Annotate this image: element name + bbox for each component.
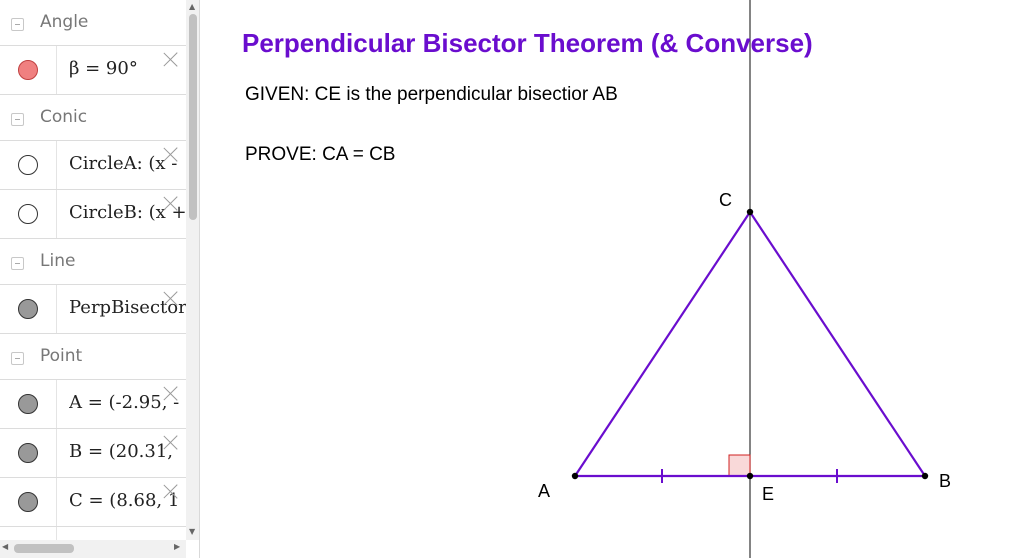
visibility-toggle-icon[interactable] bbox=[18, 492, 38, 512]
close-icon[interactable] bbox=[162, 482, 180, 500]
algebra-item-point-b[interactable]: B = (20.31, bbox=[0, 429, 186, 478]
visibility-toggle-icon[interactable] bbox=[18, 155, 38, 175]
collapse-toggle-icon[interactable] bbox=[11, 18, 24, 31]
algebra-item-circle-a[interactable]: CircleA: (x - bbox=[0, 141, 186, 190]
close-icon[interactable] bbox=[162, 194, 180, 212]
page-title[interactable]: Perpendicular Bisector Theorem (& Conver… bbox=[242, 28, 813, 59]
point-label-c: C bbox=[719, 190, 732, 210]
close-icon[interactable] bbox=[162, 50, 180, 68]
algebra-item-beta[interactable]: β = 90° bbox=[0, 46, 186, 95]
point-b[interactable] bbox=[921, 472, 929, 480]
given-statement[interactable]: GIVEN: CE is the perpendicular bisectior… bbox=[245, 84, 618, 106]
group-label: Angle bbox=[40, 12, 89, 32]
segment-ca[interactable] bbox=[574, 211, 751, 477]
graphics-view[interactable]: Perpendicular Bisector Theorem (& Conver… bbox=[201, 0, 1024, 558]
vertical-scrollbar[interactable]: ▲ ▼ bbox=[186, 0, 199, 540]
point-label-b: B bbox=[939, 471, 952, 491]
point-label-a: A bbox=[538, 481, 551, 501]
group-header-conic[interactable]: Conic bbox=[0, 95, 186, 141]
visibility-toggle-icon[interactable] bbox=[18, 60, 38, 80]
algebra-item-perp-bisector[interactable]: PerpBisector bbox=[0, 285, 186, 334]
horizontal-scrollbar[interactable]: ◀ ▶ bbox=[0, 540, 186, 558]
point-c[interactable] bbox=[746, 208, 754, 216]
point-a[interactable] bbox=[571, 472, 579, 480]
scroll-right-icon[interactable]: ▶ bbox=[174, 542, 180, 551]
group-label: Line bbox=[40, 251, 76, 271]
close-icon[interactable] bbox=[162, 289, 180, 307]
group-header-line[interactable]: Line bbox=[0, 239, 186, 285]
algebra-item-point-c[interactable]: C = (8.68, 1 bbox=[0, 478, 186, 527]
collapse-toggle-icon[interactable] bbox=[11, 113, 24, 126]
point-e[interactable] bbox=[746, 472, 754, 480]
collapse-toggle-icon[interactable] bbox=[11, 352, 24, 365]
close-icon[interactable] bbox=[162, 433, 180, 451]
scroll-left-icon[interactable]: ◀ bbox=[2, 542, 8, 551]
scroll-up-icon[interactable]: ▲ bbox=[189, 2, 195, 11]
close-icon[interactable] bbox=[162, 384, 180, 402]
algebra-item-circle-b[interactable]: CircleB: (x + bbox=[0, 190, 186, 239]
right-angle-marker[interactable] bbox=[728, 454, 751, 477]
group-header-point[interactable]: Point bbox=[0, 334, 186, 380]
group-label: Conic bbox=[40, 107, 88, 127]
scroll-down-icon[interactable]: ▼ bbox=[189, 527, 195, 536]
point-label-e: E bbox=[762, 484, 775, 504]
collapse-toggle-icon[interactable] bbox=[11, 257, 24, 270]
scrollbar-thumb[interactable] bbox=[14, 544, 74, 553]
visibility-toggle-icon[interactable] bbox=[18, 299, 38, 319]
close-icon[interactable] bbox=[162, 145, 180, 163]
algebra-item-point-a[interactable]: A = (-2.95, - bbox=[0, 380, 186, 429]
visibility-toggle-icon[interactable] bbox=[18, 394, 38, 414]
group-header-angle[interactable]: Angle bbox=[0, 0, 186, 46]
segment-cb[interactable] bbox=[749, 211, 926, 477]
group-label: Point bbox=[40, 346, 83, 366]
visibility-toggle-icon[interactable] bbox=[18, 204, 38, 224]
scrollbar-thumb[interactable] bbox=[189, 14, 197, 220]
prove-statement[interactable]: PROVE: CA = CB bbox=[245, 144, 395, 166]
visibility-toggle-icon[interactable] bbox=[18, 443, 38, 463]
algebra-view: Angle β = 90° Conic CircleA: (x - Circle… bbox=[0, 0, 200, 558]
